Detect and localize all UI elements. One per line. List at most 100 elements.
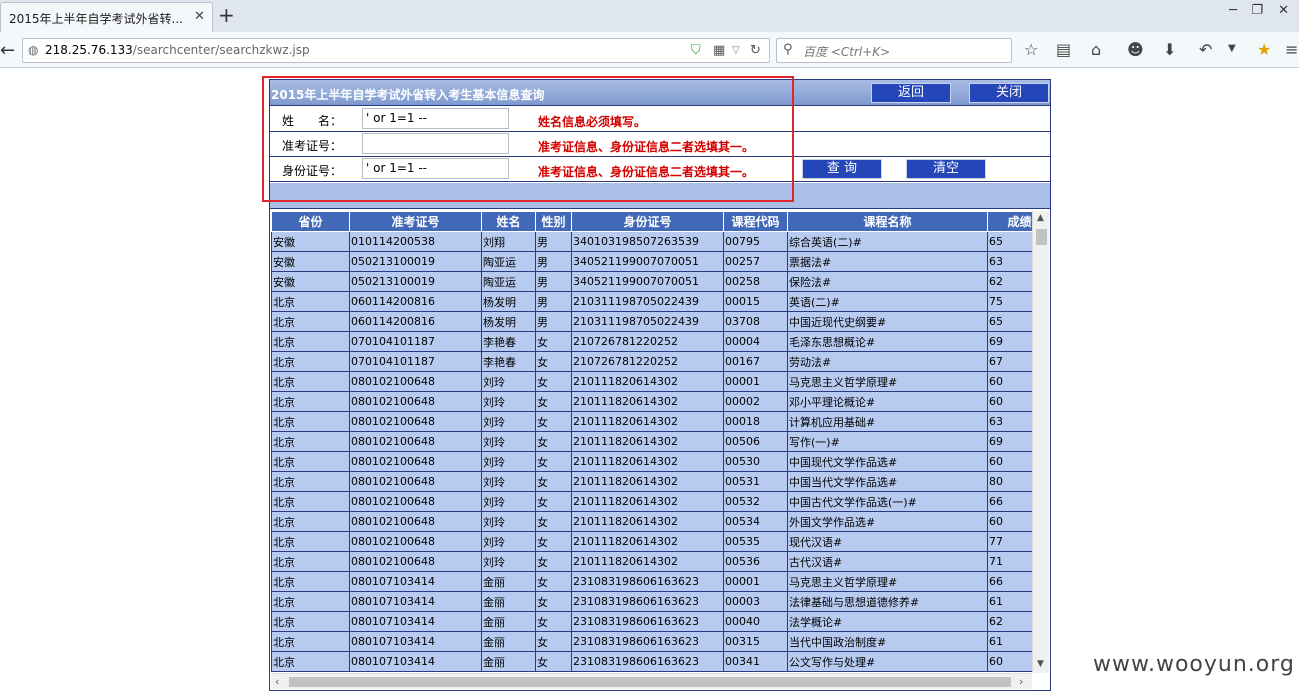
query-panel: 2015年上半年自学考试外省转入考生基本信息查询 返回 关闭 姓 名： ' or…	[269, 79, 1051, 691]
table-cell: 刘玲	[481, 491, 536, 512]
table-cell: 北京	[271, 331, 350, 352]
table-cell: 210111820614302	[571, 511, 724, 532]
close-button[interactable]: 关闭	[969, 83, 1049, 103]
table-cell: 210111820614302	[571, 471, 724, 492]
maximize-icon[interactable]: ❐	[1251, 3, 1263, 18]
table-cell: 60	[987, 651, 1032, 672]
query-button[interactable]: 查 询	[802, 159, 882, 179]
table-cell: 男	[535, 311, 572, 332]
reading-list-icon[interactable]: ▤	[1056, 40, 1071, 59]
table-cell: 北京	[271, 531, 350, 552]
search-icon: ⚲	[783, 42, 793, 57]
table-row: 北京 080102100648 刘玲女 210111820614302 00532 中国古…	[271, 491, 1032, 512]
scroll-left-icon[interactable]: ‹	[275, 675, 279, 688]
id-number-input[interactable]: ' or 1=1 --	[362, 158, 509, 179]
browser-tab[interactable]: 2015年上半年自学考试外省转... ✕	[0, 2, 213, 32]
table-cell: 中国古代文学作品选(一)#	[787, 491, 988, 512]
scroll-right-icon[interactable]: ›	[1019, 675, 1023, 688]
dropdown-icon[interactable]: ▽	[732, 45, 740, 56]
table-cell: 231083198606163623	[571, 611, 724, 632]
table-cell: 63	[987, 411, 1032, 432]
table-cell: 女	[535, 571, 572, 592]
address-bar[interactable]: ◍ 218.25.76.133/searchcenter/searchzkwz.…	[22, 38, 770, 63]
close-window-icon[interactable]: ✕	[1278, 3, 1289, 18]
table-cell: 210111820614302	[571, 551, 724, 572]
more-menu-icon[interactable]: ≡	[1285, 40, 1298, 59]
table-cell: 北京	[271, 631, 350, 652]
scroll-down-icon[interactable]: ▼	[1037, 659, 1044, 669]
table-cell: 080102100648	[349, 511, 482, 532]
table-cell: 写作(一)#	[787, 431, 988, 452]
close-tab-icon[interactable]: ✕	[194, 9, 205, 24]
column-header: 省份	[271, 211, 350, 232]
vertical-scroll-thumb[interactable]	[1036, 229, 1047, 245]
download-icon[interactable]: ⬇	[1163, 40, 1176, 59]
table-cell: 61	[987, 591, 1032, 612]
table-cell: 女	[535, 351, 572, 372]
table-cell: 65	[987, 231, 1032, 252]
column-header: 性别	[535, 211, 572, 232]
table-cell: 保险法#	[787, 271, 988, 292]
vertical-scrollbar[interactable]: ▲ ▼	[1032, 211, 1049, 673]
horizontal-scrollbar[interactable]: ‹ ›	[271, 673, 1032, 689]
table-row: 北京 080107103414 金丽女 231083198606163623 00315…	[271, 631, 1032, 652]
table-cell: 安徽	[271, 231, 350, 252]
table-cell: 00258	[723, 271, 788, 292]
table-cell: 60	[987, 511, 1032, 532]
new-tab-icon[interactable]: +	[218, 3, 235, 27]
table-cell: 231083198606163623	[571, 631, 724, 652]
table-cell: 刘玲	[481, 451, 536, 472]
menu-dropdown-icon[interactable]: ▼	[1228, 43, 1236, 54]
table-cell: 李艳春	[481, 331, 536, 352]
column-header: 姓名	[481, 211, 536, 232]
table-cell: 060114200816	[349, 311, 482, 332]
table-cell: 210111820614302	[571, 391, 724, 412]
shield-icon[interactable]: ⛉	[691, 43, 701, 58]
back-button[interactable]: 返回	[871, 83, 951, 103]
name-input[interactable]: ' or 1=1 --	[362, 108, 509, 129]
table-cell: 女	[535, 431, 572, 452]
table-cell: 女	[535, 611, 572, 632]
url-path: /searchcenter/searchzkwz.jsp	[132, 43, 310, 57]
table-row: 北京 080102100648 刘玲女 210111820614302 00536 古代汉…	[271, 551, 1032, 572]
table-cell: 00004	[723, 331, 788, 352]
qrcode-icon[interactable]: ▦	[713, 43, 725, 58]
table-cell: 080102100648	[349, 451, 482, 472]
minimize-icon[interactable]: ─	[1229, 3, 1237, 18]
home-icon[interactable]: ⌂	[1091, 40, 1101, 59]
exam-number-input[interactable]	[362, 133, 509, 154]
table-cell: 北京	[271, 391, 350, 412]
table-cell: 75	[987, 291, 1032, 312]
back-icon[interactable]: ←	[0, 40, 15, 61]
table-cell: 公文写作与处理#	[787, 651, 988, 672]
clear-button[interactable]: 清空	[906, 159, 986, 179]
table-cell: 03708	[723, 311, 788, 332]
table-cell: 女	[535, 391, 572, 412]
table-cell: 66	[987, 571, 1032, 592]
undo-icon[interactable]: ↶	[1199, 40, 1212, 59]
table-cell: 当代中国政治制度#	[787, 631, 988, 652]
results-viewport[interactable]: 省份 准考证号 姓名 性别 身份证号 课程代码 课程名称 成绩 安徽 010114200538 刘…	[271, 211, 1032, 673]
column-header: 成绩	[987, 211, 1032, 232]
emoji-icon[interactable]: ☻	[1127, 40, 1144, 59]
table-cell: 刘翔	[481, 231, 536, 252]
bookmark-star-icon[interactable]: ☆	[1024, 40, 1038, 59]
table-cell: 00536	[723, 551, 788, 572]
table-cell: 票据法#	[787, 251, 988, 272]
table-cell: 北京	[271, 431, 350, 452]
table-row: 北京 080102100648 刘玲女 210111820614302 00506 写作(…	[271, 431, 1032, 452]
reload-icon[interactable]: ↻	[750, 43, 761, 58]
table-cell: 金丽	[481, 571, 536, 592]
table-cell: 210726781220252	[571, 331, 724, 352]
table-cell: 60	[987, 391, 1032, 412]
table-cell: 080102100648	[349, 471, 482, 492]
table-cell: 李艳春	[481, 351, 536, 372]
horizontal-scroll-thumb[interactable]	[289, 677, 1011, 687]
extension-icon[interactable]: ★	[1257, 40, 1271, 59]
table-cell: 北京	[271, 651, 350, 672]
table-cell: 刘玲	[481, 551, 536, 572]
search-bar[interactable]: ⚲ 百度 <Ctrl+K>	[776, 38, 1012, 63]
scroll-up-icon[interactable]: ▲	[1037, 213, 1044, 223]
table-cell: 00506	[723, 431, 788, 452]
table-cell: 231083198606163623	[571, 651, 724, 672]
